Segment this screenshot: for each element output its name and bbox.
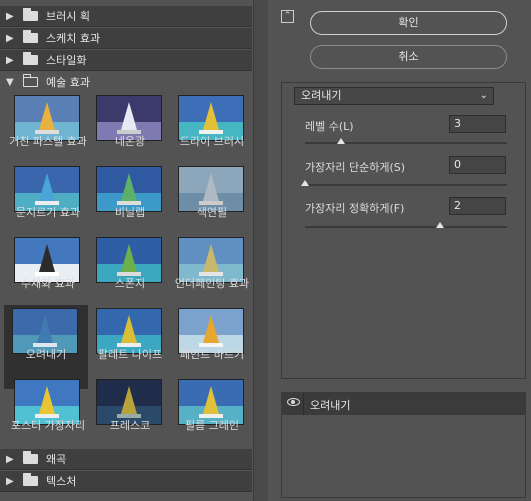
category-label: 스타일화 xyxy=(46,54,87,67)
cancel-button[interactable]: 취소 xyxy=(310,45,507,69)
category-label: 브러시 획 xyxy=(46,10,90,23)
filter-label: 페인트 바르기 xyxy=(179,348,245,361)
chevron-right-icon: ▶ xyxy=(6,54,14,66)
filter-label: 언더페인팅 효과 xyxy=(174,277,250,290)
folder-icon xyxy=(23,473,38,486)
category-label: 왜곡 xyxy=(46,453,67,466)
category-stylize[interactable]: ▶ 스타일화 xyxy=(0,50,252,71)
chevron-down-icon: ⌄ xyxy=(479,90,488,101)
category-distort[interactable]: ▶ 왜곡 xyxy=(0,449,252,470)
filter-thumb-fresco[interactable]: 프레스코 xyxy=(90,376,170,460)
category-label: 스케치 효과 xyxy=(46,32,101,45)
chevron-right-icon: ▶ xyxy=(6,10,14,22)
edge-fidelity-slider-thumb[interactable] xyxy=(436,222,445,228)
filter-label: 드라이 브러시 xyxy=(179,135,245,148)
filter-label: 색연필 xyxy=(196,206,228,219)
filter-label: 수채화 효과 xyxy=(20,277,76,290)
category-texture[interactable]: ▶ 텍스처 xyxy=(0,471,252,492)
chevron-right-icon: ▶ xyxy=(6,32,14,44)
category-label: 예술 효과 xyxy=(46,76,90,89)
filter-select-value: 오려내기 xyxy=(301,89,342,102)
filter-thumb-film-grain[interactable]: 필름 그레인 xyxy=(172,376,252,460)
edge-fidelity-label: 가장자리 정확하게(F) xyxy=(305,202,405,215)
category-artistic[interactable]: ▼ 예술 효과 xyxy=(0,72,252,92)
edge-fidelity-input[interactable]: 2 xyxy=(449,197,506,215)
filter-label: 스폰지 xyxy=(114,277,146,290)
layer-divider xyxy=(303,393,304,415)
chevron-right-icon: ▶ xyxy=(6,453,14,465)
levels-input[interactable]: 3 xyxy=(449,115,506,133)
chevron-right-icon: ▶ xyxy=(6,475,14,487)
levels-slider[interactable] xyxy=(305,142,507,144)
gallery-scrollbar[interactable] xyxy=(253,0,268,501)
filter-label: 팔레트 나이프 xyxy=(97,348,163,361)
filter-label: 프레스코 xyxy=(109,419,151,432)
filter-label: 필름 그레인 xyxy=(184,419,240,432)
edge-fidelity-slider[interactable] xyxy=(305,226,507,228)
filter-label: 네온광 xyxy=(114,135,146,148)
levels-label: 레벨 수(L) xyxy=(305,120,354,133)
category-brush-strokes[interactable]: ▶ 브러시 획 xyxy=(0,6,252,27)
filter-gallery-panel: ▶ 브러시 획 ▶ 스케치 효과 ▶ 스타일화 ▼ 예술 효과 거친 파스텔 효… xyxy=(0,0,268,501)
folder-icon xyxy=(23,52,38,65)
filter-label: 거친 파스텔 효과 xyxy=(9,135,87,148)
filter-select[interactable]: 오려내기 ⌄ xyxy=(294,87,494,105)
folder-icon xyxy=(23,30,38,43)
edge-simplicity-input[interactable]: 0 xyxy=(449,156,506,174)
folder-icon xyxy=(23,451,38,464)
category-sketch[interactable]: ▶ 스케치 효과 xyxy=(0,28,252,49)
ok-button[interactable]: 확인 xyxy=(310,11,507,35)
collapse-gallery-icon[interactable]: ⌃ xyxy=(281,10,294,23)
filter-thumb-poster-edges[interactable]: 포스터 가장자리 xyxy=(8,376,88,460)
edge-simplicity-slider[interactable] xyxy=(305,184,507,186)
effect-layer-name: 오려내기 xyxy=(310,399,351,412)
filter-label: 오려내기 xyxy=(25,348,67,361)
folder-icon xyxy=(23,8,38,21)
category-label: 텍스처 xyxy=(46,475,77,488)
edge-simplicity-slider-thumb[interactable] xyxy=(301,180,309,186)
chevron-down-icon: ▼ xyxy=(6,76,14,88)
filter-label: 비닐랩 xyxy=(114,206,146,219)
filter-label: 문지르기 효과 xyxy=(15,206,81,219)
levels-slider-thumb[interactable] xyxy=(337,138,346,144)
folder-open-icon xyxy=(23,74,38,87)
edge-simplicity-label: 가장자리 단순하게(S) xyxy=(305,161,406,174)
filter-label: 포스터 가장자리 xyxy=(10,419,86,432)
eye-icon[interactable] xyxy=(287,398,300,406)
